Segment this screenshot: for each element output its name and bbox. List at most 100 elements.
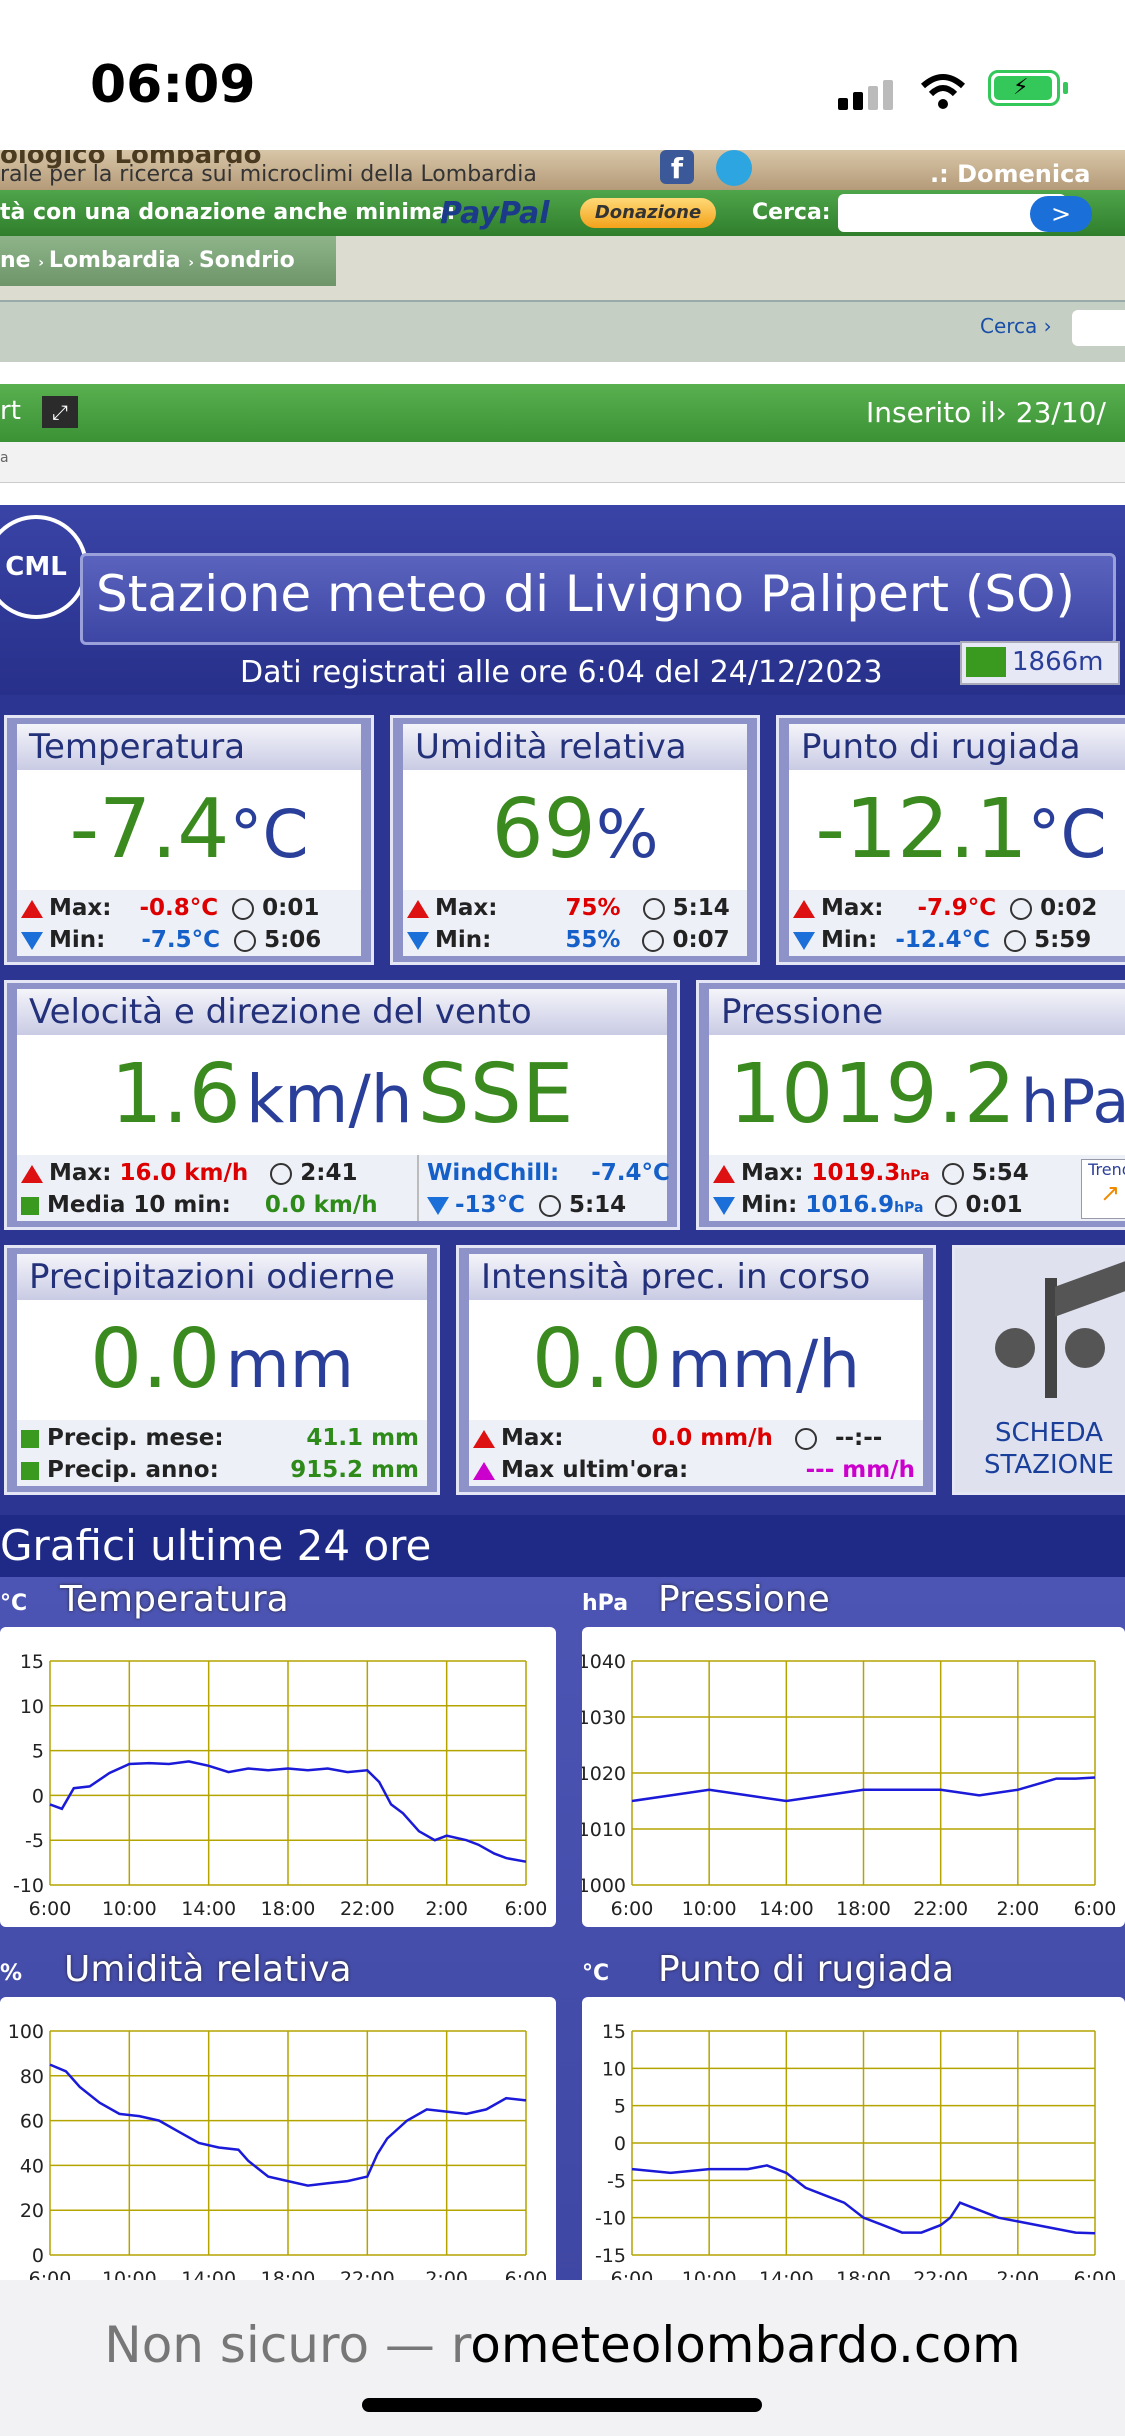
- x-tick-label: 6:00: [29, 1898, 72, 1920]
- media-icon: [21, 1196, 39, 1215]
- y-tick-label: -15: [595, 2245, 626, 2267]
- box-title: Punto di rugiada: [789, 724, 1125, 770]
- pressure-value: 1019.2 hPa: [709, 1035, 1125, 1155]
- status-bar: 06:09 ⚡: [0, 0, 1125, 150]
- min-icon: [793, 931, 815, 950]
- charts-area: °C Temperatura 15 10 5 0 -5 -10 6:00 10:00 14:00…: [0, 1577, 1125, 2297]
- url-insecure-label: Non sicuro — r: [104, 2316, 471, 2374]
- chart-svg: 104010301020101010006:00 10:00 14:00 18:00 2…: [578, 1651, 1117, 1920]
- x-tick-label: 22:00: [340, 1898, 395, 1920]
- paypal-logo: PayPal: [440, 196, 550, 231]
- breadcrumb-item[interactable]: Sondrio: [199, 248, 295, 273]
- pressure-chart: 1040 1030 1020 1010 1000 6:00 10:00 14:00 18:00 2…: [578, 1627, 1125, 1927]
- y-tick-label: 100: [8, 2021, 44, 2043]
- mese-icon: [21, 1429, 39, 1448]
- scheda-stazione-button[interactable]: SCHEDA STAZIONE: [952, 1245, 1125, 1495]
- x-tick-label: 18:00: [261, 1898, 316, 1920]
- y-tick-label: -5: [25, 1830, 44, 1852]
- cerca-link[interactable]: Cerca ›: [980, 314, 1052, 338]
- site-banner: ologico Lombardo rale per la ricerca sui…: [0, 150, 1125, 190]
- max-icon: [407, 899, 429, 918]
- y-tick-label: 5: [32, 1741, 44, 1763]
- intensity-box: Intensità prec. in corso 0.0 mm/h Max: 0…: [456, 1245, 936, 1495]
- facebook-icon[interactable]: f: [660, 150, 694, 185]
- dewpoint-chart: 15 10 5 0 -5 -10 -15 6:00 10:00 14:00 18:00 22:00 2:…: [582, 1997, 1125, 2297]
- altitude-badge: 1866m: [960, 641, 1120, 685]
- value-number: -7.4: [69, 782, 230, 877]
- y-tick-label: 80: [20, 2066, 44, 2088]
- x-tick-label: 6:00: [1074, 1898, 1117, 1920]
- grafici-header: Grafici ultime 24 ore: [0, 1515, 1125, 1577]
- temperature-value: -7.4°C: [17, 770, 361, 890]
- min-icon: [407, 931, 429, 950]
- chart-svg: 151050-5-10-156:00 10:00 14:00 18:00 22:00 2:…: [595, 2021, 1116, 2290]
- x-tick-label: 10:00: [682, 1898, 737, 1920]
- y-tick-label: -10: [13, 1875, 44, 1897]
- info-line: a: [0, 442, 1125, 483]
- url-text[interactable]: Non sicuro — rometeolombardo.com: [0, 2316, 1125, 2374]
- y-tick-label: 10: [20, 1696, 44, 1718]
- box-title: Intensità prec. in corso: [469, 1254, 923, 1300]
- clock-icon: [1004, 929, 1027, 952]
- y-tick-label: 20: [20, 2200, 44, 2222]
- temperature-chart: 15 10 5 0 -5 -10 6:00 10:00 14:00 18:00 22:00 2:00 6…: [0, 1627, 556, 1927]
- temperature-box: Temperatura -7.4°C Max: -0.8°C 0:01 Min:…: [4, 715, 374, 965]
- value-unit: °C: [229, 796, 309, 873]
- precipitation-box: Precipitazioni odierne 0.0 mm Precip. me…: [4, 1245, 440, 1495]
- clock-icon: [642, 929, 665, 952]
- chart-title: Temperatura: [60, 1579, 289, 1620]
- breadcrumb-item[interactable]: Lombardia: [49, 248, 181, 273]
- breadcrumb-row: ne › Lombardia › Sondrio: [0, 236, 1125, 300]
- x-tick-label: 22:00: [913, 1898, 968, 1920]
- box-title: Velocità e direzione del vento: [17, 989, 667, 1035]
- y-tick-label: 1000: [582, 1875, 626, 1897]
- breadcrumb: ne › Lombardia › Sondrio: [0, 236, 336, 286]
- clock-icon: [232, 897, 255, 920]
- y-tick-label: 1040: [582, 1651, 626, 1673]
- precipitation-stats: Precip. mese: 41.1 mm Precip. anno: 915.…: [17, 1420, 427, 1486]
- x-tick-label: 2:00: [425, 1898, 468, 1920]
- url-bar[interactable]: Non sicuro — rometeolombardo.com: [0, 2280, 1125, 2436]
- chart-svg: 1008060402006:00 10:00 14:00 18:00 22:00 2:00…: [8, 2021, 548, 2290]
- y-tick-label: -5: [607, 2170, 626, 2192]
- y-tick-label: 0: [32, 1785, 44, 1807]
- wind-stats: Max: 16.0 km/h 2:41 Media 10 min: 0.0 km…: [17, 1155, 670, 1221]
- info-line-text: a: [0, 450, 9, 466]
- chart-title: Punto di rugiada: [658, 1949, 955, 1990]
- weather-panel: CML Stazione meteo di Livigno Palipert (…: [0, 505, 1125, 2297]
- clock-icon: [270, 1162, 293, 1185]
- y-tick-label: 0: [32, 2245, 44, 2267]
- x-tick-label: 2:00: [996, 1898, 1039, 1920]
- clock-icon: [1010, 897, 1033, 920]
- box-title: Umidità relativa: [403, 724, 747, 770]
- fullscreen-icon[interactable]: ⤢: [42, 396, 78, 428]
- humidity-chart: 100 80 60 40 20 0 6:00 10:00 14:00 18:00 22:00 2:00…: [0, 1997, 556, 2297]
- intensity-stats: Max: 0.0 mm/h --:-- Max ultim'ora: --- m…: [469, 1420, 923, 1486]
- y-tick-label: 1030: [582, 1707, 626, 1729]
- intensity-value: 0.0 mm/h: [469, 1300, 923, 1420]
- header-date: .: Domenica 24: [930, 160, 1091, 190]
- max-icon: [21, 899, 43, 918]
- temperature-stats: Max: -0.8°C 0:01 Min: -7.5°C 5:06: [17, 890, 361, 956]
- anno-icon: [21, 1461, 39, 1480]
- trend-button[interactable]: Trend ↗: [1081, 1159, 1125, 1219]
- telegram-icon[interactable]: [716, 150, 752, 186]
- humidity-value: 69%: [403, 770, 747, 890]
- search-label: Cerca:: [752, 200, 831, 225]
- article-bar-left: rt: [0, 396, 21, 426]
- battery-icon: ⚡: [988, 70, 1068, 106]
- site-subtitle-2: rale per la ricerca sui microclimi della…: [0, 162, 537, 187]
- min-icon: [427, 1196, 449, 1215]
- x-tick-label: 14:00: [759, 1898, 814, 1920]
- precipitation-value: 0.0 mm: [17, 1300, 427, 1420]
- humidity-box: Umidità relativa 69% Max: 75% 5:14 Min: …: [390, 715, 760, 965]
- station-header: CML Stazione meteo di Livigno Palipert (…: [0, 505, 1125, 695]
- min-icon: [713, 1196, 735, 1215]
- search-go-button[interactable]: >: [1030, 196, 1092, 232]
- cerca-input[interactable]: [1072, 310, 1125, 346]
- chart-svg: 151050-5-106:00 10:00 14:00 18:00 22:00 2:00 6…: [13, 1651, 547, 1920]
- donate-button[interactable]: Donazione: [580, 198, 716, 228]
- y-tick-label: 60: [20, 2111, 44, 2133]
- breadcrumb-item[interactable]: ne: [0, 248, 31, 273]
- scheda-label-2: STAZIONE: [984, 1450, 1114, 1480]
